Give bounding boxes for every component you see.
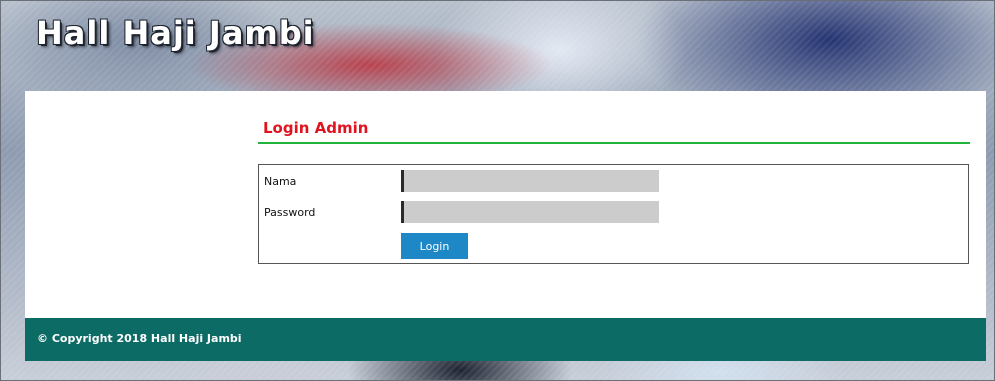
login-form: Nama Password Login [258, 164, 969, 264]
site-title: Hall Haji Jambi [36, 14, 315, 52]
footer: © Copyright 2018 Hall Haji Jambi [25, 318, 986, 361]
password-input[interactable] [401, 201, 659, 223]
login-heading: Login Admin [263, 119, 369, 137]
main-content: Login Admin Nama Password Login [25, 91, 986, 318]
nama-input[interactable] [401, 170, 659, 192]
nama-label: Nama [264, 175, 297, 188]
heading-divider [258, 142, 970, 144]
footer-copyright: © Copyright 2018 Hall Haji Jambi [37, 332, 242, 345]
password-label: Password [264, 206, 316, 219]
login-button[interactable]: Login [401, 233, 468, 259]
